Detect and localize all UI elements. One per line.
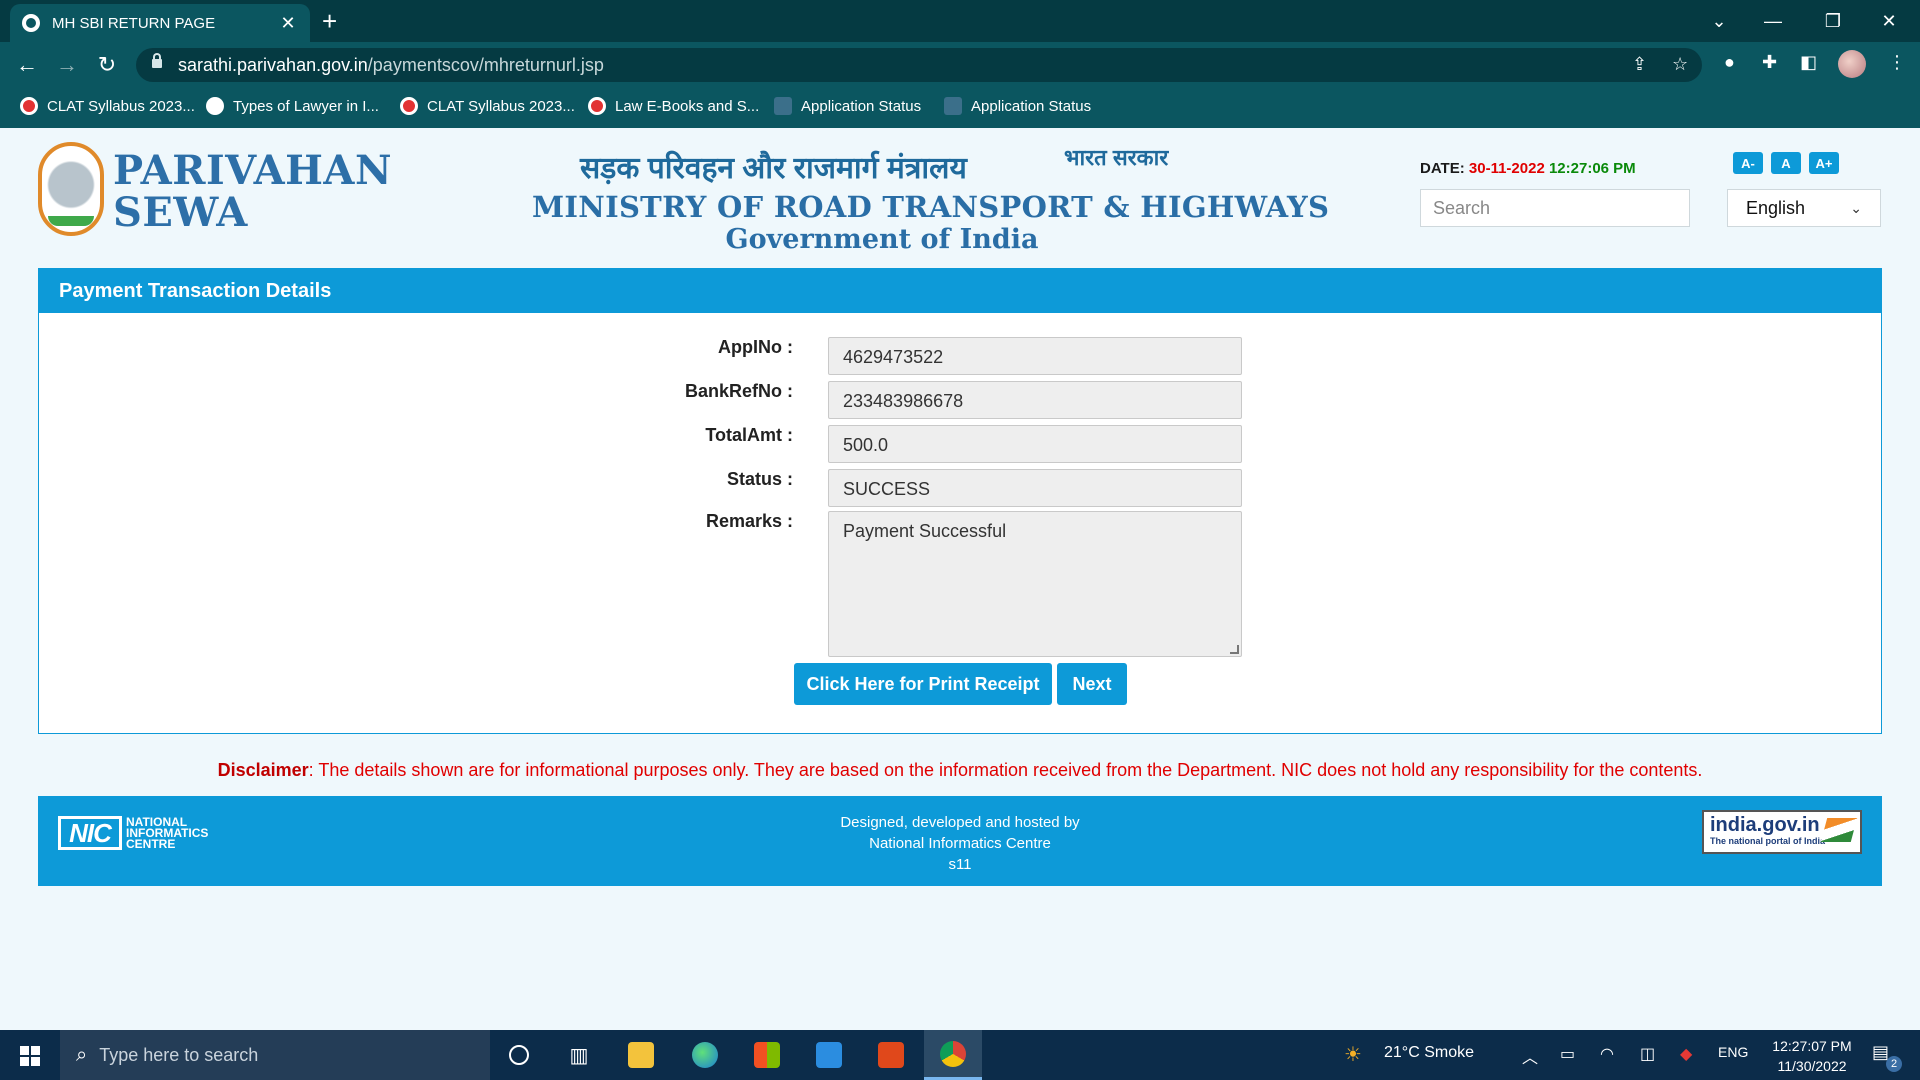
minimize-button[interactable]: — xyxy=(1750,0,1796,42)
windows-taskbar: ⌕ Type here to search ▥ ☀ 21°C Smoke ︿ ▭… xyxy=(0,1030,1920,1080)
share-icon[interactable]: ⇪ xyxy=(1632,54,1647,75)
file-explorer-icon[interactable] xyxy=(612,1030,670,1080)
profile-avatar[interactable] xyxy=(1838,50,1866,78)
menu-icon[interactable]: ⋮ xyxy=(1888,52,1906,73)
chevron-down-icon: ⌄ xyxy=(1850,199,1862,216)
close-window-button[interactable]: ✕ xyxy=(1866,0,1912,42)
clat-favicon-icon xyxy=(20,97,38,115)
language-select[interactable]: English ⌄ xyxy=(1727,189,1881,227)
ministry-title: MINISTRY OF ROAD TRANSPORT & HIGHWAYS xyxy=(532,190,1330,224)
date-time-display: DATE: 30-11-2022 12:27:06 PM xyxy=(1420,160,1636,177)
font-decrease-button[interactable]: A- xyxy=(1733,152,1763,174)
task-view-icon[interactable]: ▥ xyxy=(550,1030,608,1080)
cortana-icon[interactable] xyxy=(490,1030,548,1080)
font-increase-button[interactable]: A+ xyxy=(1809,152,1839,174)
system-clock[interactable]: 12:27:07 PM 11/30/2022 xyxy=(1752,1036,1872,1076)
bookmark-item[interactable]: Law E-Books and S... xyxy=(588,97,759,115)
side-panel-icon[interactable]: ◧ xyxy=(1800,52,1817,73)
weather-text[interactable]: 21°C Smoke xyxy=(1384,1044,1474,1062)
remarks-label: Remarks : xyxy=(705,511,793,531)
nic-logo[interactable]: NIC NATIONAL INFORMATICS CENTRE xyxy=(58,816,208,850)
bookmarks-bar: CLAT Syllabus 2023... Types of Lawyer in… xyxy=(0,88,1920,128)
show-hidden-icons-icon[interactable]: ︿ xyxy=(1522,1044,1538,1068)
browser-toolbar: ← → ↻ sarathi.parivahan.gov.in/paymentsc… xyxy=(0,42,1920,88)
payment-details-panel: Payment Transaction Details AppINo : 462… xyxy=(38,268,1882,734)
forward-button[interactable]: → xyxy=(52,50,82,80)
disclaimer-text: Disclaimer: The details shown are for in… xyxy=(217,760,1703,780)
browser-tab[interactable]: MH SBI RETURN PAGE ✕ xyxy=(10,4,310,42)
law-ebooks-favicon-icon xyxy=(588,97,606,115)
ministry-hindi-title: सड़क परिवहन और राजमार्ग मंत्रालय xyxy=(580,152,967,185)
address-bar[interactable]: sarathi.parivahan.gov.in/paymentscov/mhr… xyxy=(136,48,1702,82)
mail-icon[interactable] xyxy=(800,1030,858,1080)
search-icon: ⌕ xyxy=(76,1043,88,1066)
footer-credits: Designed, developed and hosted by Nation… xyxy=(840,814,1080,873)
battery-icon[interactable]: ▭ xyxy=(1560,1044,1575,1064)
next-button[interactable]: Next xyxy=(1057,663,1127,705)
bookmark-item[interactable]: Application Status xyxy=(774,97,921,115)
puzzle-icon[interactable]: ✚ xyxy=(1762,52,1777,73)
national-emblem-logo xyxy=(38,142,104,236)
notification-badge: 2 xyxy=(1886,1056,1902,1072)
government-hindi-label: भारत सरकार xyxy=(1064,145,1169,170)
clat-favicon-icon xyxy=(400,97,418,115)
status-label: Status : xyxy=(726,469,793,489)
bookmark-item[interactable]: Application Status xyxy=(944,97,1091,115)
panel-title: Payment Transaction Details xyxy=(39,269,1881,313)
office-icon[interactable] xyxy=(862,1030,920,1080)
windows-start-icon[interactable] xyxy=(20,1046,40,1066)
input-language[interactable]: ENG xyxy=(1718,1044,1748,1060)
appno-field[interactable]: 4629473522 xyxy=(828,337,1242,375)
weather-icon[interactable]: ☀ xyxy=(1344,1042,1362,1067)
edge-icon[interactable] xyxy=(676,1030,734,1080)
resize-handle-icon[interactable] xyxy=(1230,645,1239,654)
extension-icon[interactable]: ● xyxy=(1724,52,1735,73)
url-text: sarathi.parivahan.gov.in/paymentscov/mhr… xyxy=(178,55,604,75)
site-footer: NIC NATIONAL INFORMATICS CENTRE Designed… xyxy=(38,796,1882,886)
taskbar-search[interactable]: ⌕ Type here to search xyxy=(60,1030,490,1080)
wifi-icon[interactable]: ◠ xyxy=(1600,1044,1614,1064)
globe-icon xyxy=(22,14,40,32)
india-gov-logo[interactable]: india.gov.in The national portal of Indi… xyxy=(1702,810,1862,854)
font-normal-button[interactable]: A xyxy=(1771,152,1801,174)
restore-button[interactable]: ❐ xyxy=(1810,0,1856,42)
microsoft-store-icon[interactable] xyxy=(738,1030,796,1080)
lock-icon[interactable] xyxy=(152,53,162,68)
volume-icon[interactable]: ◫ xyxy=(1640,1044,1655,1064)
india-flag-icon xyxy=(1820,818,1858,842)
lawyer-favicon-icon xyxy=(206,97,224,115)
back-button[interactable]: ← xyxy=(12,50,42,80)
appno-label: AppINo : xyxy=(718,337,793,357)
remarks-text: Payment Successful xyxy=(843,521,1007,541)
totalamt-label: TotalAmt : xyxy=(705,425,793,445)
bookmark-item[interactable]: CLAT Syllabus 2023... xyxy=(400,97,575,115)
tab-search-chevron-icon[interactable]: ⌄ xyxy=(1696,0,1742,42)
bookmark-item[interactable]: CLAT Syllabus 2023... xyxy=(20,97,195,115)
bookmark-item[interactable]: Types of Lawyer in I... xyxy=(206,97,379,115)
bankrefno-label: BankRefNo : xyxy=(684,381,793,401)
remarks-textarea[interactable]: Payment Successful xyxy=(828,511,1242,657)
close-tab-icon[interactable]: ✕ xyxy=(278,13,298,34)
browser-tab-strip: MH SBI RETURN PAGE ✕ + ⌄ — ❐ ✕ xyxy=(0,0,1920,42)
government-of-india-label: Government of India xyxy=(725,224,1039,255)
chrome-taskbar-icon[interactable] xyxy=(924,1030,982,1080)
tab-title: MH SBI RETURN PAGE xyxy=(52,14,216,32)
security-shield-icon[interactable]: ◆ xyxy=(1680,1044,1692,1064)
print-receipt-button[interactable]: Click Here for Print Receipt xyxy=(794,663,1052,705)
reload-button[interactable]: ↻ xyxy=(92,50,122,80)
new-tab-button[interactable]: + xyxy=(322,6,337,37)
application-status-icon xyxy=(944,97,962,115)
bookmark-star-icon[interactable]: ☆ xyxy=(1672,54,1688,75)
page-content: PARIVAHAN SEWA सड़क परिवहन और राजमार्ग म… xyxy=(0,128,1920,1030)
application-status-icon xyxy=(774,97,792,115)
status-field[interactable]: SUCCESS xyxy=(828,469,1242,507)
search-input[interactable] xyxy=(1420,189,1690,227)
totalamt-field[interactable]: 500.0 xyxy=(828,425,1242,463)
parivahan-sewa-logo[interactable]: PARIVAHAN SEWA xyxy=(113,150,392,234)
bankrefno-field[interactable]: 233483986678 xyxy=(828,381,1242,419)
